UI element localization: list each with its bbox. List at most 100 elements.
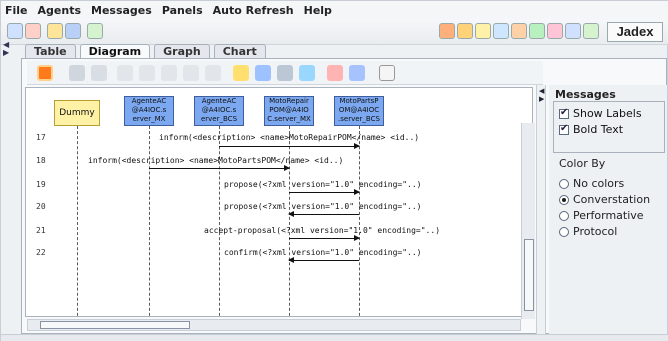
radio-icon[interactable] <box>559 226 569 237</box>
note-icon[interactable] <box>233 65 249 81</box>
bold-text-label: Bold Text <box>573 123 624 136</box>
remove-icon[interactable] <box>327 65 343 81</box>
messages-panel: Messages Show Labels Bold Text Color By … <box>549 85 667 334</box>
open-icon[interactable] <box>47 23 63 39</box>
tool-icon-4[interactable] <box>493 23 509 39</box>
refresh-icon[interactable] <box>87 23 103 39</box>
next-icon[interactable] <box>183 65 199 81</box>
tab-chart[interactable]: Chart <box>213 44 266 58</box>
radio-label: No colors <box>573 177 625 190</box>
horizontal-scroll-thumb[interactable] <box>40 321 190 329</box>
lifeline-line <box>359 126 360 316</box>
checkbox-icon[interactable] <box>559 107 569 119</box>
row-number: 22 <box>36 248 46 257</box>
message-arrow <box>219 143 360 149</box>
horizontal-scrollbar[interactable] <box>27 319 521 331</box>
lifeline-line <box>219 126 220 316</box>
reload-icon[interactable] <box>69 65 85 81</box>
export-icon[interactable] <box>379 65 395 81</box>
tool-icon-7[interactable] <box>547 23 563 39</box>
menu-help[interactable]: Help <box>304 4 332 17</box>
jadex-logo: Jadex <box>607 22 663 42</box>
lifeline-agenteac-mx[interactable]: AgenteAC @A4IOC.s erver_MX <box>124 96 174 126</box>
message-text[interactable]: confirm(<?xml version="1.0" encoding="..… <box>224 248 421 257</box>
collapse-right-icon[interactable]: ▶ <box>539 95 544 103</box>
search-agent-icon[interactable] <box>7 23 23 39</box>
panel-split-handle[interactable]: ◀ ▶ <box>536 85 546 335</box>
remove-agent-icon[interactable] <box>25 23 41 39</box>
tool-icon-2[interactable] <box>457 23 473 39</box>
tool-icon-6[interactable] <box>529 23 545 39</box>
radio-protocol[interactable]: Protocol <box>559 225 617 238</box>
lifeline-agenteac-bcs[interactable]: AgenteAC @A4IOC.s erver_BCS <box>194 96 244 126</box>
tool-icon-9[interactable] <box>583 23 599 39</box>
vertical-scroll-thumb[interactable] <box>524 239 534 311</box>
tab-diagram[interactable]: Diagram <box>79 44 151 58</box>
save-icon[interactable] <box>65 23 81 39</box>
message-arrow <box>288 257 359 263</box>
message-arrow <box>288 211 359 217</box>
down-icon[interactable] <box>161 65 177 81</box>
vertical-scrollbar[interactable] <box>521 123 535 319</box>
collapse-arrows-icon[interactable]: ◀ ▶ <box>3 41 9 57</box>
last-icon[interactable] <box>205 65 221 81</box>
lifeline-motorepair[interactable]: MotoRepair POM@A4IO C.server_MX <box>264 96 314 126</box>
previous-icon[interactable] <box>139 65 155 81</box>
message-text[interactable]: accept-proposal(<?xml version="1.0" enco… <box>204 226 440 235</box>
user-icon[interactable] <box>349 65 365 81</box>
show-labels-checkbox[interactable]: Show Labels <box>559 107 642 120</box>
menubar: File Agents Messages Panels Auto Refresh… <box>1 1 668 19</box>
message-text[interactable]: inform(<description> <name>MotoPartsPOM<… <box>88 156 343 165</box>
row-number: 17 <box>36 133 46 142</box>
tool-icon-5[interactable] <box>511 23 527 39</box>
step-icon[interactable] <box>91 65 107 81</box>
tool-icon-3[interactable] <box>475 23 491 39</box>
radio-label: Performative <box>573 209 644 222</box>
lifeline-line <box>77 126 78 316</box>
lifeline-dummy[interactable]: Dummy <box>54 100 100 126</box>
status-bar <box>1 334 668 341</box>
lifeline-line <box>289 126 290 316</box>
color-by-title: Color By <box>559 157 606 170</box>
radio-label: Protocol <box>573 225 618 238</box>
stop-icon[interactable] <box>37 65 53 81</box>
first-icon[interactable] <box>117 65 133 81</box>
show-labels-label: Show Labels <box>573 107 642 120</box>
radio-icon[interactable] <box>559 194 569 205</box>
view-tabs: Table Diagram Graph Chart <box>25 44 266 58</box>
message-text[interactable]: propose(<?xml version="1.0" encoding="..… <box>224 202 421 211</box>
radio-performative[interactable]: Performative <box>559 209 644 222</box>
menu-file[interactable]: File <box>5 4 28 17</box>
lifeline-motoparts[interactable]: MotoPartsP OM@A4IOC .server_BCS <box>334 96 384 126</box>
agents-icon[interactable] <box>277 65 293 81</box>
bold-text-checkbox[interactable]: Bold Text <box>559 123 623 136</box>
row-number: 20 <box>36 202 46 211</box>
app-window: File Agents Messages Panels Auto Refresh… <box>0 0 668 341</box>
radio-icon[interactable] <box>559 210 569 221</box>
menu-auto-refresh[interactable]: Auto Refresh <box>213 4 294 17</box>
row-number: 19 <box>36 180 46 189</box>
message-text[interactable]: propose(<?xml version="1.0" encoding="..… <box>224 180 421 189</box>
message-arrow <box>289 189 360 195</box>
message-arrow <box>289 235 360 241</box>
menu-agents[interactable]: Agents <box>38 4 81 17</box>
tab-graph[interactable]: Graph <box>154 44 210 58</box>
checkbox-icon[interactable] <box>559 123 569 135</box>
diagram-toolbar <box>27 61 543 85</box>
radio-icon[interactable] <box>559 178 569 189</box>
menu-messages[interactable]: Messages <box>91 4 152 17</box>
radio-no-colors[interactable]: No colors <box>559 177 624 190</box>
row-number: 21 <box>36 226 46 235</box>
row-number: 18 <box>36 156 46 165</box>
tool-icon-1[interactable] <box>439 23 455 39</box>
tab-table[interactable]: Table <box>25 44 76 58</box>
group-icon[interactable] <box>299 65 315 81</box>
tool-icon-8[interactable] <box>565 23 581 39</box>
radio-converstation[interactable]: Converstation <box>559 193 650 206</box>
collapse-left-icon[interactable]: ◀ <box>539 87 544 95</box>
message-arrow <box>149 165 290 171</box>
agent-icon[interactable] <box>255 65 271 81</box>
menu-panels[interactable]: Panels <box>162 4 203 17</box>
message-text[interactable]: inform(<description> <name>MotoRepairPOM… <box>159 133 419 142</box>
radio-label: Converstation <box>573 193 651 206</box>
